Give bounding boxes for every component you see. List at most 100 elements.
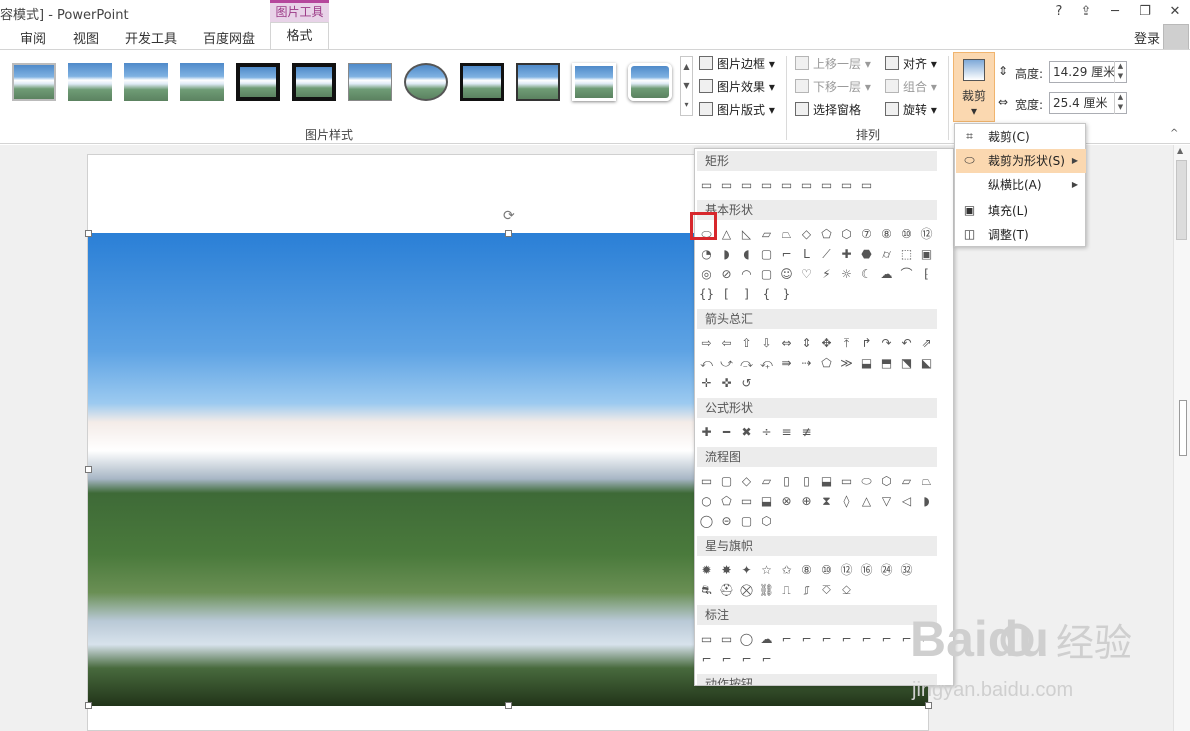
shape-option[interactable]: [: [718, 286, 735, 303]
shape-option[interactable]: ↶: [898, 335, 915, 352]
shape-option[interactable]: ⤽: [758, 355, 775, 372]
shape-option[interactable]: ⤒: [838, 335, 855, 352]
shape-option[interactable]: ☺: [778, 266, 795, 283]
shape-option[interactable]: ⬚: [898, 246, 915, 263]
shape-option[interactable]: ━: [718, 424, 735, 441]
shape-option[interactable]: ▭: [738, 493, 755, 510]
shape-option[interactable]: ⇦: [718, 335, 735, 352]
shape-option[interactable]: ≫: [838, 355, 855, 372]
resize-handle[interactable]: [85, 702, 92, 709]
height-spinner[interactable]: ▲ ▼: [1114, 61, 1126, 83]
avatar[interactable]: [1163, 24, 1189, 50]
shape-option[interactable]: ⑫: [838, 562, 855, 579]
scrollbar-thumb[interactable]: [1176, 160, 1187, 240]
restore-button[interactable]: ❐: [1134, 2, 1156, 22]
shape-option[interactable]: ♡: [798, 266, 815, 283]
shape-option[interactable]: ◯: [698, 513, 715, 530]
align-button[interactable]: 对齐 ▾: [885, 54, 937, 74]
shape-option[interactable]: ▢: [758, 266, 775, 283]
scroll-up-icon[interactable]: ▲: [1177, 146, 1183, 155]
crop-menu-item-1[interactable]: ⌗ 裁剪(C): [956, 125, 1086, 149]
close-button[interactable]: ✕: [1164, 2, 1186, 22]
picture-style-thin-border[interactable]: [348, 63, 392, 101]
shape-option[interactable]: ⤼: [738, 355, 755, 372]
shape-option[interactable]: ⬓: [858, 355, 875, 372]
shape-option[interactable]: ⑩: [818, 562, 835, 579]
picture-style-thick-frame[interactable]: [236, 63, 280, 101]
shape-option[interactable]: ↱: [858, 335, 875, 352]
shape-option[interactable]: ⏥: [898, 473, 915, 490]
shape-option[interactable]: ▭: [698, 177, 715, 194]
shape-option[interactable]: ▢: [718, 473, 735, 490]
shape-option[interactable]: ○: [698, 493, 715, 510]
rotate-handle-icon[interactable]: ⟳: [503, 208, 515, 224]
shape-option[interactable]: ⎐: [838, 582, 855, 599]
shape-option[interactable]: ⊕: [798, 493, 815, 510]
shape-option[interactable]: ⛐: [698, 582, 715, 599]
shape-option[interactable]: ⏢: [778, 226, 795, 243]
sign-in-link[interactable]: 登录: [1134, 28, 1160, 47]
shape-option[interactable]: ▭: [778, 177, 795, 194]
picture-style-white-frame[interactable]: [572, 63, 616, 101]
shape-option[interactable]: ⎎: [798, 582, 815, 599]
zoom-indicator[interactable]: [1179, 400, 1187, 456]
shape-option[interactable]: ↷: [878, 335, 895, 352]
shape-option[interactable]: ▱: [758, 473, 775, 490]
tab-format[interactable]: 格式: [270, 22, 329, 50]
shape-option[interactable]: ⬡: [878, 473, 895, 490]
shape-option[interactable]: ✚: [698, 424, 715, 441]
shape-option[interactable]: ◖: [738, 246, 755, 263]
shape-option[interactable]: ⌐: [698, 651, 715, 668]
shape-option[interactable]: ⬔: [898, 355, 915, 372]
shape-option[interactable]: ☁: [758, 631, 775, 648]
shape-option[interactable]: ▯: [798, 473, 815, 490]
shape-option[interactable]: ⇩: [758, 335, 775, 352]
shape-option[interactable]: ◔: [698, 246, 715, 263]
shape-option[interactable]: ▭: [798, 177, 815, 194]
shape-option[interactable]: L: [798, 246, 815, 263]
shape-option[interactable]: ▱: [758, 226, 775, 243]
shape-option[interactable]: ÷: [758, 424, 775, 441]
shape-option[interactable]: ⌐: [718, 651, 735, 668]
selection-pane-button[interactable]: 选择窗格: [795, 100, 861, 120]
shape-option[interactable]: ◺: [738, 226, 755, 243]
shape-option[interactable]: ▭: [858, 177, 875, 194]
picture-style-double-frame[interactable]: [460, 63, 504, 101]
shape-option[interactable]: ⬠: [718, 493, 735, 510]
shape-option[interactable]: ⌐: [758, 651, 775, 668]
shape-option[interactable]: {}: [698, 286, 715, 303]
shape-option[interactable]: ⌒: [898, 266, 915, 283]
shape-option[interactable]: ⌐: [778, 631, 795, 648]
shape-option[interactable]: ▢: [738, 513, 755, 530]
shape-option[interactable]: ⬭: [858, 473, 875, 490]
shape-option[interactable]: ▢: [758, 246, 775, 263]
shape-option[interactable]: △: [858, 493, 875, 510]
shape-option[interactable]: ☆: [758, 562, 775, 579]
shape-option[interactable]: ㉜: [898, 562, 915, 579]
tab-view[interactable]: 视图: [73, 28, 99, 47]
picture-style-bevel[interactable]: [516, 63, 560, 101]
crop-button[interactable]: 裁剪 ▾: [953, 52, 995, 122]
shape-option[interactable]: ⤻: [718, 355, 735, 372]
style-gallery-scroll[interactable]: ▲ ▼ ▾: [680, 56, 693, 116]
picture-effects-button[interactable]: 图片效果 ▾: [699, 77, 775, 97]
crop-menu-item-5[interactable]: ◫ 调整(T): [956, 223, 1086, 247]
shape-option[interactable]: ⛒: [738, 582, 755, 599]
shape-option[interactable]: ◁: [898, 493, 915, 510]
shape-option[interactable]: ⚡: [818, 266, 835, 283]
shape-option[interactable]: ✹: [698, 562, 715, 579]
shape-option[interactable]: ◊: [838, 493, 855, 510]
shape-option[interactable]: ⇗: [918, 335, 935, 352]
picture-layout-button[interactable]: 图片版式 ▾: [699, 100, 775, 120]
shape-option[interactable]: ⑫: [918, 226, 935, 243]
send-backward-button[interactable]: 下移一层 ▾: [795, 77, 871, 97]
shape-option[interactable]: {: [758, 286, 775, 303]
shape-option[interactable]: ▣: [918, 246, 935, 263]
picture-style-rounded-white[interactable]: [628, 63, 672, 101]
picture-border-button[interactable]: 图片边框 ▾: [699, 54, 775, 74]
ribbon-display-options-button[interactable]: ⇪: [1075, 2, 1097, 22]
shape-option[interactable]: ▭: [718, 631, 735, 648]
shape-option[interactable]: ☁: [878, 266, 895, 283]
shape-option[interactable]: ▭: [758, 177, 775, 194]
picture-style-shadow[interactable]: [124, 63, 168, 101]
